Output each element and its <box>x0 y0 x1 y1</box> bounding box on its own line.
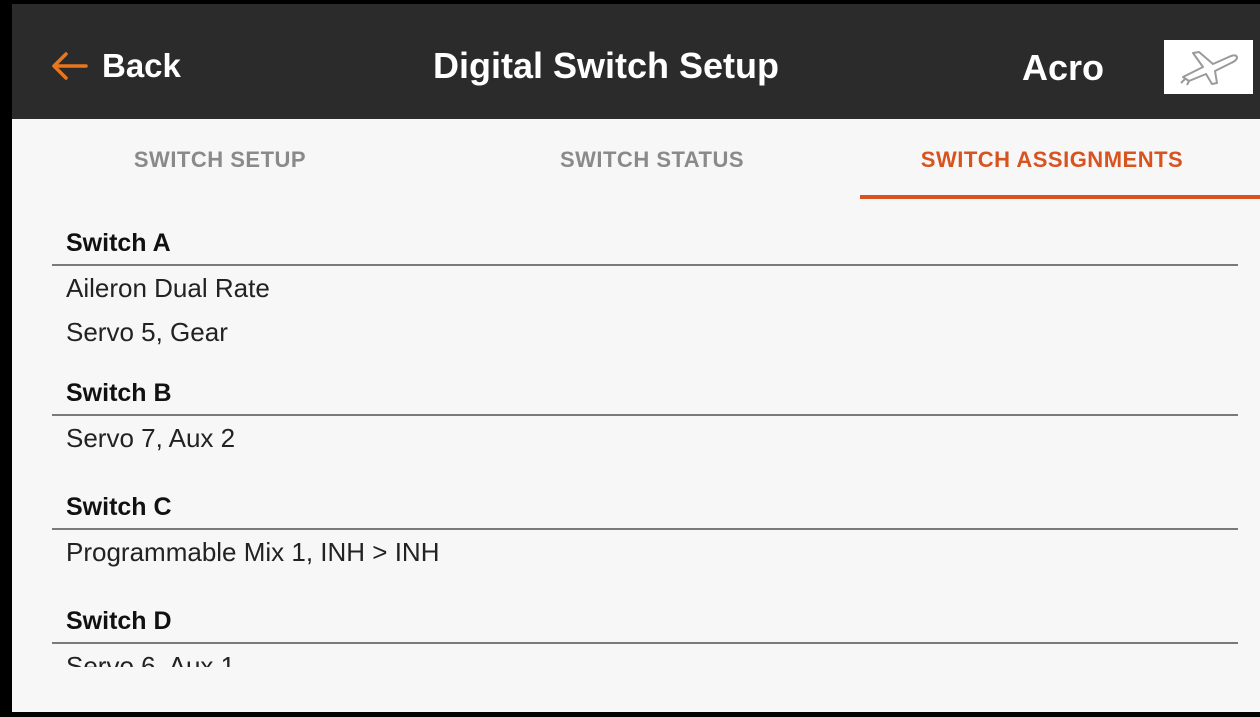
switch-assignment-list: Switch A Aileron Dual Rate Servo 5, Gear… <box>52 214 1238 667</box>
list-item[interactable]: Servo 7, Aux 2 <box>52 416 1238 460</box>
device-frame: Back Digital Switch Setup Acro SWITCH SE… <box>0 0 1260 717</box>
list-item[interactable]: Aileron Dual Rate <box>52 266 1238 310</box>
section-title: Switch B <box>66 379 172 407</box>
list-item[interactable]: Programmable Mix 1, INH > INH <box>52 530 1238 574</box>
screen: Back Digital Switch Setup Acro SWITCH SE… <box>12 4 1260 712</box>
section-title: Switch A <box>66 229 171 257</box>
section-header-switch-a: Switch A <box>52 214 1238 266</box>
section-header-switch-c: Switch C <box>52 478 1238 530</box>
list-item[interactable]: Servo 5, Gear <box>52 310 1238 354</box>
list-item[interactable]: Servo 6, Aux 1 <box>52 644 1238 667</box>
list-clip: Switch A Aileron Dual Rate Servo 5, Gear… <box>12 4 1260 667</box>
section-title: Switch D <box>66 607 172 635</box>
section-header-switch-d: Switch D <box>52 592 1238 644</box>
section-title: Switch C <box>66 493 172 521</box>
section-header-switch-b: Switch B <box>52 364 1238 416</box>
